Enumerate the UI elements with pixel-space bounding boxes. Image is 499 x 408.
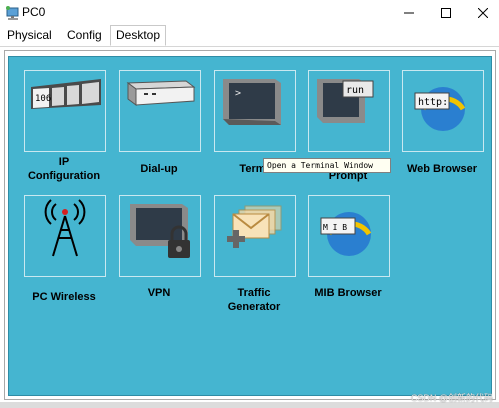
mib-browser-icon: M I B — [320, 212, 372, 256]
tab-bar: Physical Config Desktop — [0, 25, 499, 47]
pc-app-icon — [6, 6, 19, 20]
terminal-tooltip: Open a Terminal Window — [263, 158, 391, 173]
pc-wireless-label[interactable]: PC Wireless — [14, 290, 114, 304]
web-browser-icon: http: — [414, 87, 466, 131]
traffic-generator-tile[interactable] — [214, 195, 296, 277]
command-prompt-icon-text: run — [346, 85, 364, 96]
pc-wireless-tile[interactable] — [24, 195, 106, 277]
minimize-icon — [404, 12, 414, 14]
close-button[interactable] — [464, 0, 499, 26]
dial-up-label-line-1: Dial-up — [140, 163, 178, 175]
vpn-label-line-1: VPN — [147, 287, 171, 299]
terminal-tile[interactable]: > — [214, 70, 296, 152]
desktop-panel: 106 IP Configuration Dial-up > Termi run… — [8, 56, 492, 396]
ip-configuration-label-line-1: IP — [58, 156, 70, 168]
mib-browser-tile[interactable]: M I B — [308, 195, 390, 277]
ip-config-icon-text: 106 — [35, 94, 51, 104]
web-browser-tile[interactable]: http: — [402, 70, 484, 152]
traffic-generator-icon — [227, 205, 282, 248]
maximize-icon — [441, 8, 451, 18]
ip-config-icon: 106 — [31, 79, 101, 109]
terminal-icon-text: > — [235, 88, 241, 99]
vpn-label[interactable]: VPN — [109, 286, 209, 300]
mib-browser-label[interactable]: MIB Browser — [298, 286, 398, 300]
command-prompt-icon: run — [317, 79, 374, 123]
pc0-window: PC0 Physical Config Desktop 106 IP Confi… — [0, 0, 499, 408]
vpn-lock-icon — [130, 204, 190, 258]
tab-config[interactable]: Config — [62, 26, 107, 45]
maximize-button[interactable] — [427, 0, 465, 26]
traffic-generator-label-line-1: Traffic — [237, 287, 271, 299]
close-icon — [478, 8, 488, 18]
dial-up-tile[interactable] — [119, 70, 201, 152]
traffic-generator-label[interactable]: Traffic Generator — [204, 286, 304, 314]
vpn-tile[interactable] — [119, 195, 201, 277]
title-bar[interactable]: PC0 — [0, 0, 499, 26]
minimize-button[interactable] — [390, 0, 428, 26]
ip-configuration-label-line-2: Configuration — [27, 170, 101, 182]
web-browser-label-line-1: Web Browser — [406, 163, 478, 175]
pc-wireless-label-line-1: PC Wireless — [32, 291, 96, 303]
tab-desktop[interactable]: Desktop — [110, 25, 167, 46]
command-prompt-tile[interactable]: run — [308, 70, 390, 152]
tab-physical[interactable]: Physical — [2, 26, 57, 45]
ip-configuration-tile[interactable]: 106 — [24, 70, 106, 152]
dial-up-label[interactable]: Dial-up — [109, 162, 209, 176]
mib-browser-icon-text: M I B — [323, 223, 347, 232]
watermark-text: CSDN @创新的代码 — [410, 393, 493, 403]
window-title: PC0 — [22, 5, 46, 19]
terminal-icon: > — [223, 79, 281, 125]
traffic-generator-label-line-2: Generator — [227, 301, 281, 313]
modem-icon — [126, 80, 196, 106]
mib-browser-label-line-1: MIB Browser — [314, 287, 382, 299]
web-browser-icon-text: http: — [418, 97, 448, 108]
ip-configuration-label[interactable]: IP Configuration — [14, 155, 114, 183]
wireless-tower-icon — [44, 199, 86, 257]
web-browser-label[interactable]: Web Browser — [392, 162, 492, 176]
